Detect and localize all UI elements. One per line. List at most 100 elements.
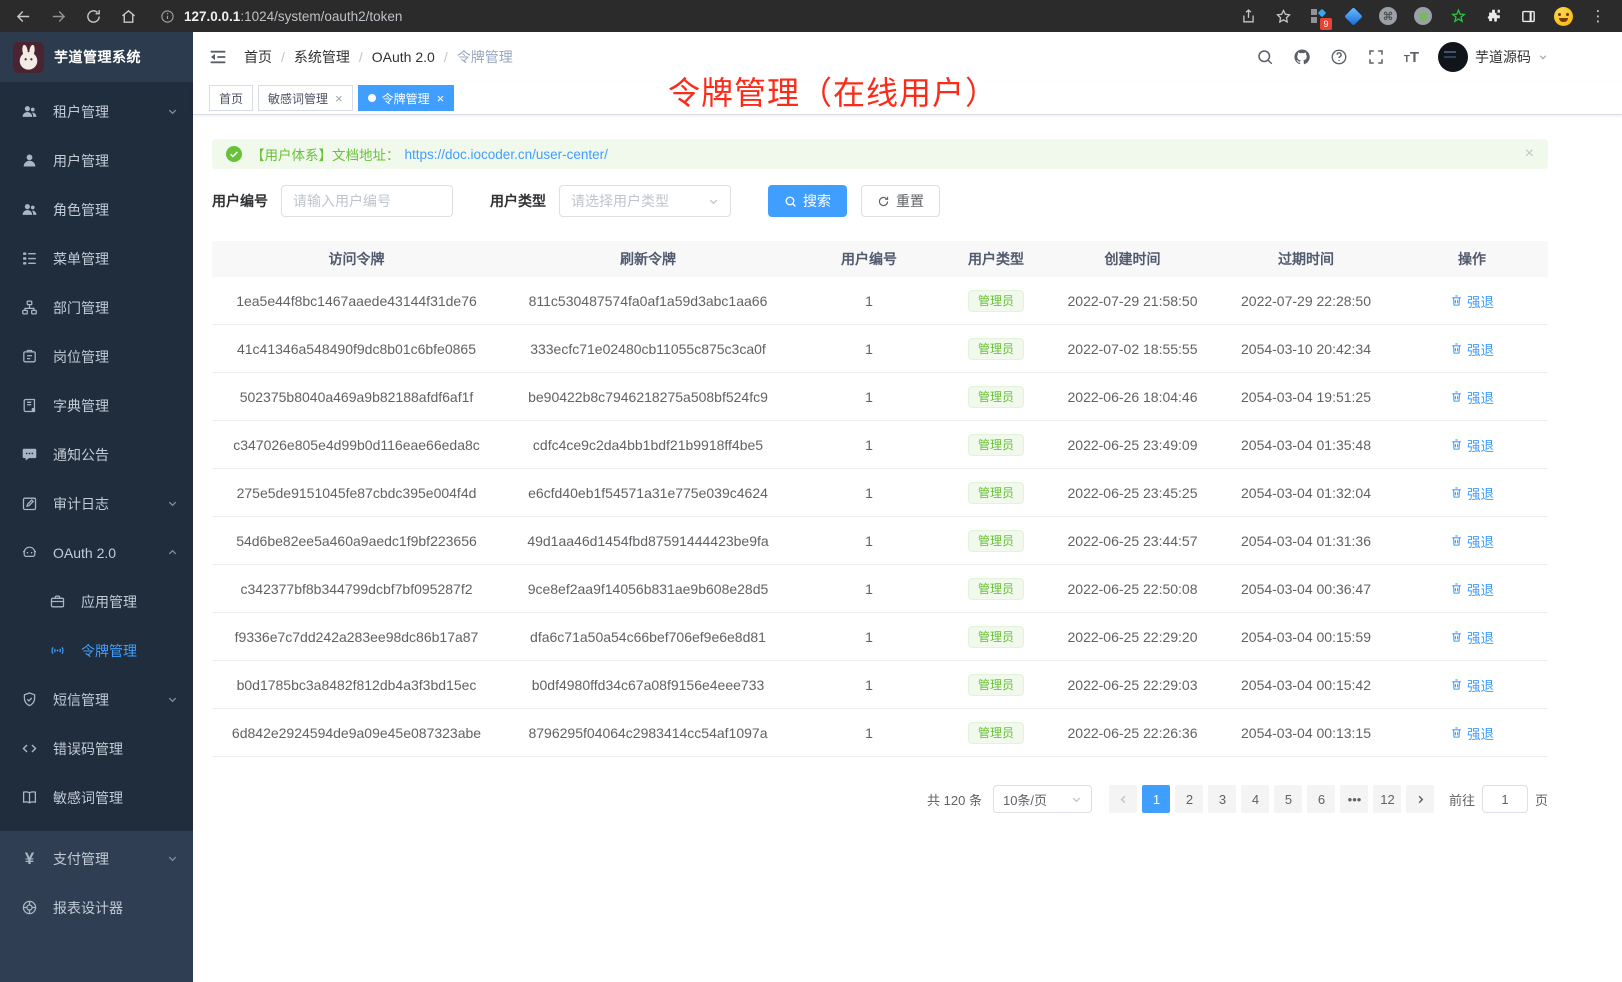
close-icon[interactable]: × [335,92,343,105]
page-button[interactable]: 1 [1142,785,1170,813]
cell-user-type: 管理员 [943,386,1049,408]
cell-expire-time: 2054-03-04 00:13:15 [1216,725,1396,741]
sidebar-item-notice[interactable]: 通知公告 [0,430,193,479]
font-size-icon[interactable]: TT [1404,50,1419,65]
help-icon[interactable] [1330,48,1348,66]
breadcrumb-item[interactable]: OAuth 2.0 [372,49,435,65]
force-logout-button[interactable]: 强退 [1450,483,1494,503]
force-logout-button[interactable]: 强退 [1450,387,1494,407]
tab-敏感词管理[interactable]: 敏感词管理× [258,85,353,111]
force-logout-button[interactable]: 强退 [1450,339,1494,359]
cell-access-token: 1ea5e44f8bc1467aaede43144f31de76 [212,293,501,309]
browser-menu-icon[interactable]: ⋮ [1588,6,1608,26]
header-search-icon[interactable] [1256,48,1274,66]
force-logout-button[interactable]: 强退 [1450,723,1494,743]
browser-forward-icon[interactable] [45,3,71,29]
fullscreen-icon[interactable] [1367,48,1385,66]
browser-reload-icon[interactable] [80,3,106,29]
sidebar-menu: 租户管理用户管理角色管理菜单管理部门管理岗位管理字典管理通知公告审计日志OAut… [0,82,193,822]
sidebar-item-report-designer[interactable]: 报表设计器 [0,883,193,932]
sidebar-item-oauth2-token[interactable]: 令牌管理 [0,626,193,675]
address-bar[interactable]: 127.0.0.1:1024/system/oauth2/token [160,9,1238,24]
cell-refresh-token: cdfc4ce9c2da4bb1bdf21b9918ff4be5 [501,437,795,453]
alert-close-icon[interactable]: × [1525,146,1534,162]
user-avatar [1438,42,1468,72]
alert-doc-link[interactable]: https://doc.iocoder.cn/user-center/ [405,147,608,162]
next-page-button[interactable] [1406,785,1434,813]
sidebar-item-sensitive-word[interactable]: 敏感词管理 [0,773,193,822]
cell-create-time: 2022-06-25 22:29:03 [1049,677,1216,693]
page-size-value: 10条/页 [1003,790,1047,809]
search-button[interactable]: 搜索 [768,185,847,217]
bookmark-star-icon[interactable] [1273,6,1293,26]
breadcrumb-item[interactable]: 系统管理 [294,47,350,67]
extension-command-icon[interactable]: ⌘ [1378,6,1398,26]
goto-page-input[interactable] [1482,785,1528,813]
force-logout-button[interactable]: 强退 [1450,579,1494,599]
sidebar-item-oauth2[interactable]: OAuth 2.0 [0,528,193,577]
user-type-select[interactable]: 请选择用户类型 [559,185,731,217]
user-type-badge: 管理员 [968,290,1024,312]
sidebar-item-user[interactable]: 用户管理 [0,136,193,185]
sidebar-item-audit-log[interactable]: 审计日志 [0,479,193,528]
pagination: 共 120 条 10条/页 123456•••12 前往 页 [212,785,1548,813]
extensions-puzzle-icon[interactable] [1483,6,1503,26]
page-button[interactable]: 12 [1373,785,1401,813]
prev-page-button[interactable] [1109,785,1137,813]
force-logout-button[interactable]: 强退 [1450,675,1494,695]
side-panel-icon[interactable] [1518,6,1538,26]
sidebar-item-post[interactable]: 岗位管理 [0,332,193,381]
sidebar-item-dict[interactable]: 字典管理 [0,381,193,430]
sidebar-item-label: 通知公告 [53,445,109,465]
reset-button[interactable]: 重置 [861,185,940,217]
force-logout-button[interactable]: 强退 [1450,627,1494,647]
github-icon[interactable] [1293,48,1311,66]
close-icon[interactable]: × [437,92,445,105]
col-user-type: 用户类型 [943,249,1049,269]
share-icon[interactable] [1238,6,1258,26]
cell-user-id: 1 [795,437,943,453]
cell-action: 强退 [1396,435,1548,455]
page-size-select[interactable]: 10条/页 [993,785,1092,813]
sidebar-item-oauth2-app[interactable]: 应用管理 [0,577,193,626]
user-menu[interactable]: 芋道源码 [1438,42,1548,72]
force-logout-button[interactable]: 强退 [1450,291,1494,311]
person-icon [21,152,38,169]
force-logout-button[interactable]: 强退 [1450,531,1494,551]
breadcrumb-item[interactable]: 首页 [244,47,272,67]
extension-star-icon[interactable] [1448,6,1468,26]
extension-recorder-icon[interactable] [1413,6,1433,26]
profile-avatar[interactable] [1553,6,1573,26]
cell-access-token: 6d842e2924594de9a09e45e087323abe [212,725,501,741]
sidebar-item-pay[interactable]: ¥支付管理 [0,834,193,883]
page-button[interactable]: 2 [1175,785,1203,813]
app-logo[interactable]: 芋道管理系统 [0,32,193,82]
sidebar-item-menu[interactable]: 菜单管理 [0,234,193,283]
sidebar-item-dept[interactable]: 部门管理 [0,283,193,332]
user-name: 芋道源码 [1475,47,1531,67]
site-info-icon[interactable] [160,9,175,24]
page-button[interactable]: 6 [1307,785,1335,813]
sidebar-item-error-code[interactable]: 错误码管理 [0,724,193,773]
page-button[interactable]: 4 [1241,785,1269,813]
sidebar-item-tenant[interactable]: 租户管理 [0,87,193,136]
browser-home-icon[interactable] [115,3,141,29]
force-logout-button[interactable]: 强退 [1450,435,1494,455]
user-type-badge: 管理员 [968,578,1024,600]
cell-create-time: 2022-06-25 22:50:08 [1049,581,1216,597]
pager-ellipsis-button[interactable]: ••• [1340,785,1368,813]
sidebar-item-role[interactable]: 角色管理 [0,185,193,234]
sidebar-toggle-icon[interactable] [208,47,228,67]
user-id-input[interactable] [281,185,453,217]
logo-rabbit-icon [13,42,44,73]
browser-back-icon[interactable] [10,3,36,29]
extension-tabs-icon[interactable]: 9 [1308,6,1328,26]
tab-首页[interactable]: 首页 [209,85,253,111]
page-button[interactable]: 5 [1274,785,1302,813]
sidebar-item-label: 令牌管理 [81,641,137,661]
user-type-badge: 管理员 [968,338,1024,360]
sidebar-item-sms[interactable]: 短信管理 [0,675,193,724]
extension-gem-icon[interactable] [1343,6,1363,26]
page-button[interactable]: 3 [1208,785,1236,813]
tab-令牌管理[interactable]: 令牌管理× [358,85,455,111]
